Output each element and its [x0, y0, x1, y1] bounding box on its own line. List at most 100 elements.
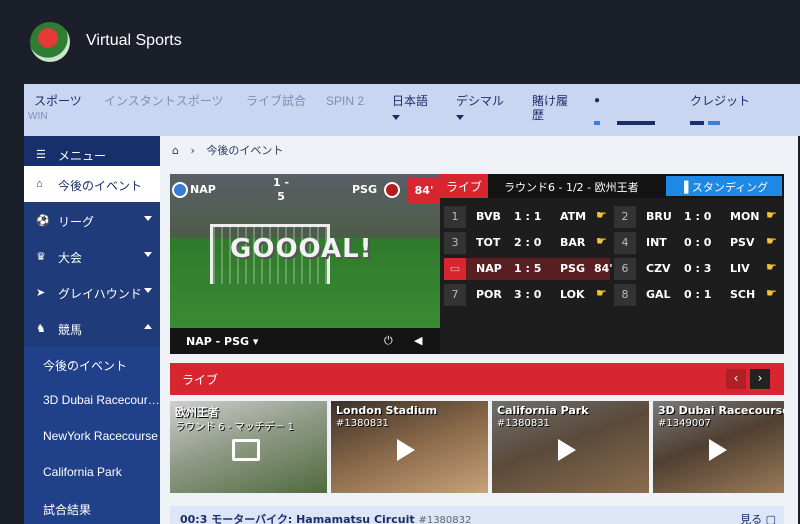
sidebar-subitem-newyork[interactable]: NewYork Racecourse: [24, 418, 160, 454]
match-row[interactable]: 7 POR 3 : 0 LOK ☛: [444, 284, 610, 306]
match-row-selected[interactable]: ▭ NAP 1 : 5 PSG 84': [444, 258, 613, 280]
upcoming-event-id: #1380832: [418, 515, 472, 524]
match-row[interactable]: 8 GAL 0 : 1 SCH ☛: [614, 284, 780, 306]
chevron-down-icon: [456, 115, 464, 120]
home-team: BRU: [646, 210, 672, 223]
away-team: PSV: [730, 236, 755, 249]
match-score: 0 : 3: [684, 262, 712, 275]
nav-sports[interactable]: スポーツ: [34, 94, 82, 108]
nav-spin2[interactable]: SPIN 2: [326, 94, 364, 108]
odds-format-select[interactable]: デシマル: [456, 94, 504, 120]
event-thumbnail[interactable]: 欧州王者 ラウンド 6 - マッチデー 1: [170, 401, 327, 493]
match-row[interactable]: 3 TOT 2 : 0 BAR ☛: [444, 232, 610, 254]
match-score: 1 : 1: [514, 210, 542, 223]
sidebar-item-horse-racing[interactable]: ♞ 競馬: [24, 310, 160, 346]
logo[interactable]: [30, 22, 70, 62]
app-title: Virtual Sports: [86, 32, 182, 49]
thumbnail-title: 3D Dubai Racecourse: [658, 404, 784, 417]
sidebar-subitem-upcoming[interactable]: 今後のイベント: [24, 346, 160, 382]
top-navigation: スポーツ WIN インスタントスポーツ ライブ試合 SPIN 2 日本語 デシマ…: [24, 84, 800, 136]
sidebar-menu-label: メニュー: [58, 149, 107, 163]
match-row[interactable]: 6 CZV 0 : 3 LIV ☛: [614, 258, 780, 280]
video-score-top: 1 -: [273, 176, 290, 189]
nav-win[interactable]: WIN: [28, 110, 47, 124]
away-team: ATM: [560, 210, 587, 223]
language-label: 日本語: [392, 94, 429, 108]
team-badge-icon: [172, 182, 188, 198]
sidebar-item-league[interactable]: ⚽ リーグ: [24, 202, 160, 238]
team-badge-icon: [384, 182, 400, 198]
pointer-hand-icon: ☛: [596, 208, 607, 222]
match-select[interactable]: NAP - PSG ▾: [186, 335, 258, 348]
sidebar: ☰ メニュー ⌂ 今後のイベント ⚽ リーグ ♛ 大会 ➤ グレイハウンド ♞ …: [24, 136, 160, 524]
sidebar-item-upcoming[interactable]: ⌂ 今後のイベント: [24, 166, 160, 202]
match-row[interactable]: 1 BVB 1 : 1 ATM ☛: [444, 206, 610, 228]
sidebar-item-tournament[interactable]: ♛ 大会: [24, 238, 160, 274]
sidebar-item-label: 今後のイベント: [58, 179, 143, 193]
sidebar-item-label: グレイハウンド: [58, 287, 142, 301]
horse-icon: ♞: [36, 323, 46, 335]
power-icon[interactable]: ⏻: [384, 334, 393, 348]
nav-live-matches[interactable]: ライブ試合: [246, 94, 306, 108]
sidebar-item-label: リーグ: [58, 215, 95, 229]
home-team: CZV: [646, 262, 671, 275]
language-select[interactable]: 日本語: [392, 94, 428, 120]
away-team: LOK: [560, 288, 585, 301]
thumbnail-subtitle: ラウンド 6 - マッチデー 1: [175, 422, 295, 433]
match-score: 3 : 0: [514, 288, 542, 301]
match-minute: 84': [594, 262, 613, 275]
pointer-hand-icon: ☛: [766, 260, 777, 274]
match-number: 3: [444, 232, 466, 254]
pointer-hand-icon: ☛: [766, 234, 777, 248]
goal-overlay-text: GOOOAL!: [230, 234, 373, 264]
home-team: INT: [646, 236, 667, 249]
match-row[interactable]: 2 BRU 1 : 0 MON ☛: [614, 206, 780, 228]
match-score: 1 : 0: [684, 210, 712, 223]
thumbnail-subtitle: #1380831: [336, 418, 389, 429]
video-score-strip: NAP 1 - 5 PSG 84': [170, 174, 440, 208]
home-icon[interactable]: ⌂: [172, 144, 179, 157]
prev-arrow-icon[interactable]: ‹: [726, 369, 746, 389]
live-video-player[interactable]: GOOOAL! NAP 1 - 5 PSG 84' NAP - PSG ▾ ⏻ …: [170, 174, 440, 354]
standings-button[interactable]: ▐ スタンディング: [666, 176, 782, 196]
home-team: BVB: [476, 210, 501, 223]
match-select-label: NAP - PSG: [186, 335, 250, 348]
match-score: 0 : 1: [684, 288, 712, 301]
sidebar-subitem-california[interactable]: California Park: [24, 454, 160, 490]
away-team: MON: [730, 210, 760, 223]
match-number: 7: [444, 284, 466, 306]
odds-format-label: デシマル: [456, 94, 505, 108]
nav-bet-history[interactable]: 賭け履 歴: [532, 94, 568, 122]
home-team: TOT: [476, 236, 501, 249]
match-row[interactable]: 4 INT 0 : 0 PSV ☛: [614, 232, 780, 254]
upcoming-event-text: 00:3 モーターバイク: Hamamatsu Circuit #1380832: [180, 511, 471, 524]
upcoming-event-row[interactable]: 00:3 モーターバイク: Hamamatsu Circuit #1380832…: [170, 506, 784, 524]
event-thumbnail[interactable]: London Stadium #1380831: [331, 401, 488, 493]
away-team: PSG: [560, 262, 586, 275]
pointer-hand-icon: ☛: [766, 286, 777, 300]
event-thumbnail[interactable]: 3D Dubai Racecourse #1349007: [653, 401, 784, 493]
sidebar-item-greyhound[interactable]: ➤ グレイハウンド: [24, 274, 160, 310]
pointer-hand-icon: ☛: [766, 208, 777, 222]
thumbnail-title: London Stadium: [336, 404, 438, 417]
user-account[interactable]: ●: [594, 94, 656, 128]
volume-icon[interactable]: ◀: [414, 334, 422, 347]
thumbnail-subtitle: #1380831: [497, 418, 550, 429]
sidebar-item-label: 大会: [58, 251, 83, 265]
home-team: NAP: [476, 262, 502, 275]
chevron-up-icon: [144, 324, 152, 329]
next-arrow-icon[interactable]: ›: [750, 369, 770, 389]
greyhound-icon: ➤: [36, 287, 46, 299]
video-score: 1 - 5: [273, 176, 289, 204]
chevron-down-icon: [392, 115, 400, 120]
nav-instant-sports[interactable]: インスタントスポーツ: [104, 94, 224, 108]
see-button[interactable]: 見る ▢: [740, 511, 776, 524]
sidebar-subitem-dubai[interactable]: 3D Dubai Racecourse: [24, 382, 160, 418]
sidebar-subitem-results[interactable]: 試合結果: [24, 490, 160, 524]
thumbnail-subtitle: #1349007: [658, 418, 711, 429]
pointer-hand-icon: ☛: [596, 286, 607, 300]
event-thumbnail[interactable]: California Park #1380831: [492, 401, 649, 493]
bet-history-line-1: 賭け履: [532, 94, 569, 108]
see-label: 見る: [740, 513, 763, 524]
credit-label: クレジット: [690, 94, 751, 108]
